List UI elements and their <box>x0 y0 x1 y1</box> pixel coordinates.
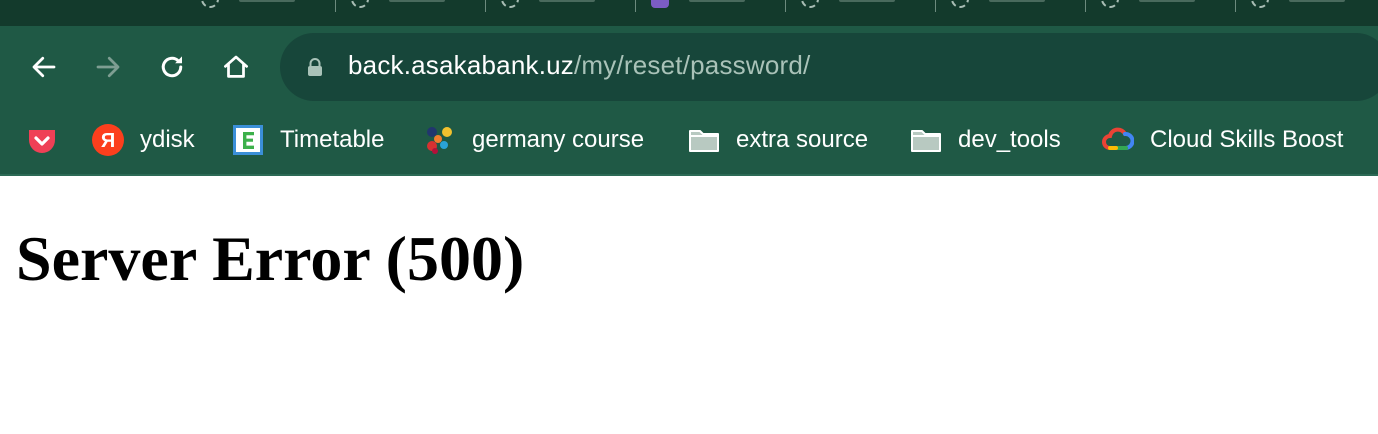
purple-app-icon <box>651 0 669 8</box>
tab-strip <box>0 0 1378 26</box>
browser-tab[interactable] <box>785 0 935 26</box>
bookmark-label: ydisk <box>140 126 195 153</box>
forward-button[interactable] <box>91 50 125 84</box>
browser-tab[interactable] <box>1235 0 1378 26</box>
arrow-right-icon <box>96 56 120 78</box>
reload-icon <box>161 56 183 78</box>
address-bar[interactable]: back.asakabank.uz/my/reset/password/ <box>280 33 1378 101</box>
lock-icon[interactable] <box>306 57 324 77</box>
page-content: Server Error (500) <box>0 176 1378 434</box>
arrow-left-icon <box>32 56 56 78</box>
bookmark-label: extra source <box>736 126 869 153</box>
timetable-icon <box>232 124 264 156</box>
loading-circle-icon <box>351 0 369 8</box>
url-host: back.asakabank.uz <box>348 50 574 80</box>
bookmark-ydisk[interactable]: Я ydisk <box>92 122 195 158</box>
bookmark-timetable[interactable]: Timetable <box>232 122 384 158</box>
url-text[interactable]: back.asakabank.uz/my/reset/password/ <box>348 50 810 81</box>
loading-circle-icon <box>951 0 969 8</box>
svg-text:Я: Я <box>101 130 115 152</box>
loading-circle-icon <box>201 0 219 8</box>
loading-circle-icon <box>1251 0 1269 8</box>
back-button[interactable] <box>27 50 61 84</box>
bookmark-label: germany course <box>472 126 645 153</box>
pocket-icon <box>26 124 58 156</box>
error-heading: Server Error (500) <box>16 223 525 294</box>
bookmark-cloud-skills-boost[interactable]: Cloud Skills Boost <box>1102 122 1343 158</box>
browser-tab[interactable] <box>485 0 635 26</box>
bookmarks-bar: Я ydisk Timetable germany course extra s… <box>0 110 1378 176</box>
browser-tab[interactable] <box>635 0 785 26</box>
bookmark-folder-extra-source[interactable]: extra source <box>688 122 868 158</box>
home-button[interactable] <box>219 50 253 84</box>
browser-tab[interactable] <box>1085 0 1235 26</box>
folder-icon <box>910 124 942 156</box>
bookmark-label: Timetable <box>280 126 385 153</box>
browser-toolbar: back.asakabank.uz/my/reset/password/ <box>0 26 1378 110</box>
loading-circle-icon <box>801 0 819 8</box>
bookmark-pocket[interactable] <box>26 122 74 158</box>
home-icon <box>224 55 248 78</box>
browser-tab[interactable] <box>335 0 485 26</box>
folder-icon <box>688 124 720 156</box>
loading-circle-icon <box>501 0 519 8</box>
loading-circle-icon <box>1101 0 1119 8</box>
bookmark-folder-dev-tools[interactable]: dev_tools <box>910 122 1061 158</box>
course-icon <box>424 124 456 156</box>
url-path: /my/reset/password/ <box>574 50 811 80</box>
bookmark-label: Cloud Skills Boost <box>1150 126 1344 153</box>
google-cloud-icon <box>1102 124 1134 156</box>
bookmark-germany-course[interactable]: germany course <box>424 122 644 158</box>
browser-tab[interactable] <box>185 0 335 26</box>
bookmark-label: dev_tools <box>958 126 1061 153</box>
browser-tab[interactable] <box>935 0 1085 26</box>
yandex-icon: Я <box>92 124 124 156</box>
reload-button[interactable] <box>155 50 189 84</box>
